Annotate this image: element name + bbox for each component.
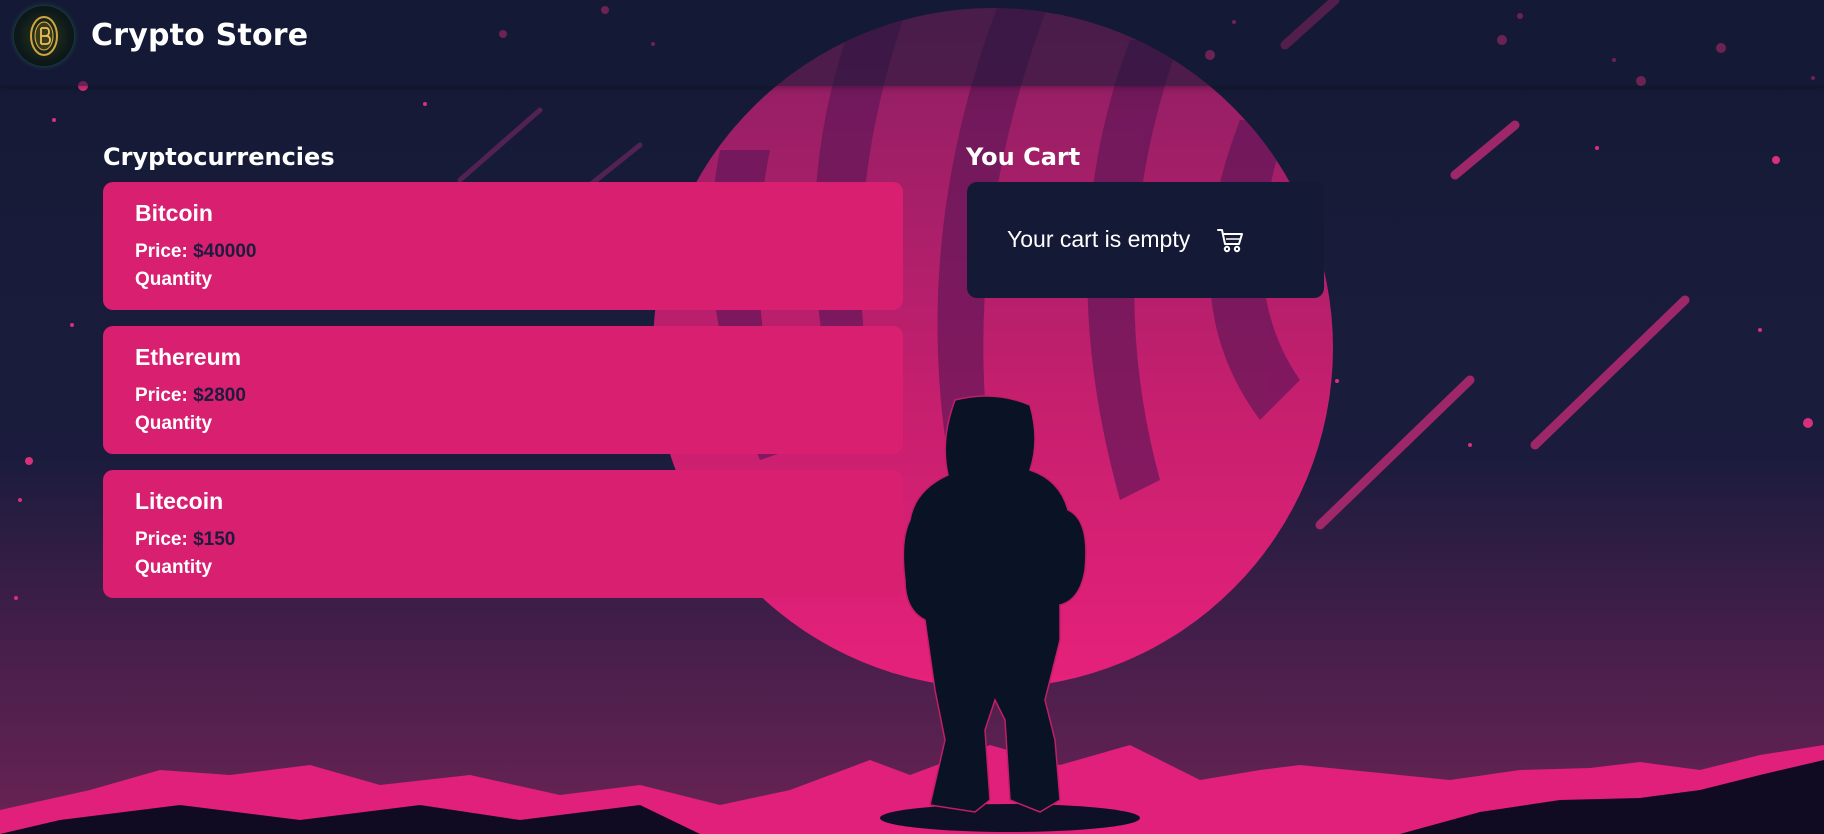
crypto-name: Ethereum xyxy=(135,344,242,370)
crypto-name: Bitcoin xyxy=(135,200,213,226)
quantity-label: Quantity xyxy=(135,557,213,578)
crypto-name: Litecoin xyxy=(135,488,224,514)
shopping-cart-icon[interactable] xyxy=(1216,226,1244,254)
quantity-label: Quantity xyxy=(135,413,213,434)
price-value: $2800 xyxy=(193,385,246,406)
quantity-label: Quantity xyxy=(135,269,213,290)
cryptocurrencies-heading: Cryptocurrencies xyxy=(103,143,335,171)
crypto-list: Bitcoin Price: $40000 Quantity Ethereum … xyxy=(103,182,903,614)
app-title: Crypto Store xyxy=(91,18,309,53)
crypto-card-litecoin[interactable]: Litecoin Price: $150 Quantity xyxy=(103,470,903,598)
price-label: Price: xyxy=(135,241,188,262)
cart-panel: Your cart is empty xyxy=(967,182,1324,298)
price-label: Price: xyxy=(135,385,188,406)
price-row: Price: $150 xyxy=(135,529,871,551)
cart-heading: You Cart xyxy=(966,143,1081,171)
price-value: $150 xyxy=(193,529,236,550)
cart-empty-message: Your cart is empty xyxy=(1007,226,1191,252)
price-row: Price: $40000 xyxy=(135,241,871,263)
price-row: Price: $2800 xyxy=(135,385,871,407)
bitcoin-logo-graphic xyxy=(30,16,58,56)
top-header: Crypto Store xyxy=(0,0,1824,86)
price-label: Price: xyxy=(135,529,188,550)
crypto-card-ethereum[interactable]: Ethereum Price: $2800 Quantity xyxy=(103,326,903,454)
bitcoin-coin-icon[interactable] xyxy=(14,6,74,66)
crypto-card-bitcoin[interactable]: Bitcoin Price: $40000 Quantity xyxy=(103,182,903,310)
price-value: $40000 xyxy=(193,241,257,262)
